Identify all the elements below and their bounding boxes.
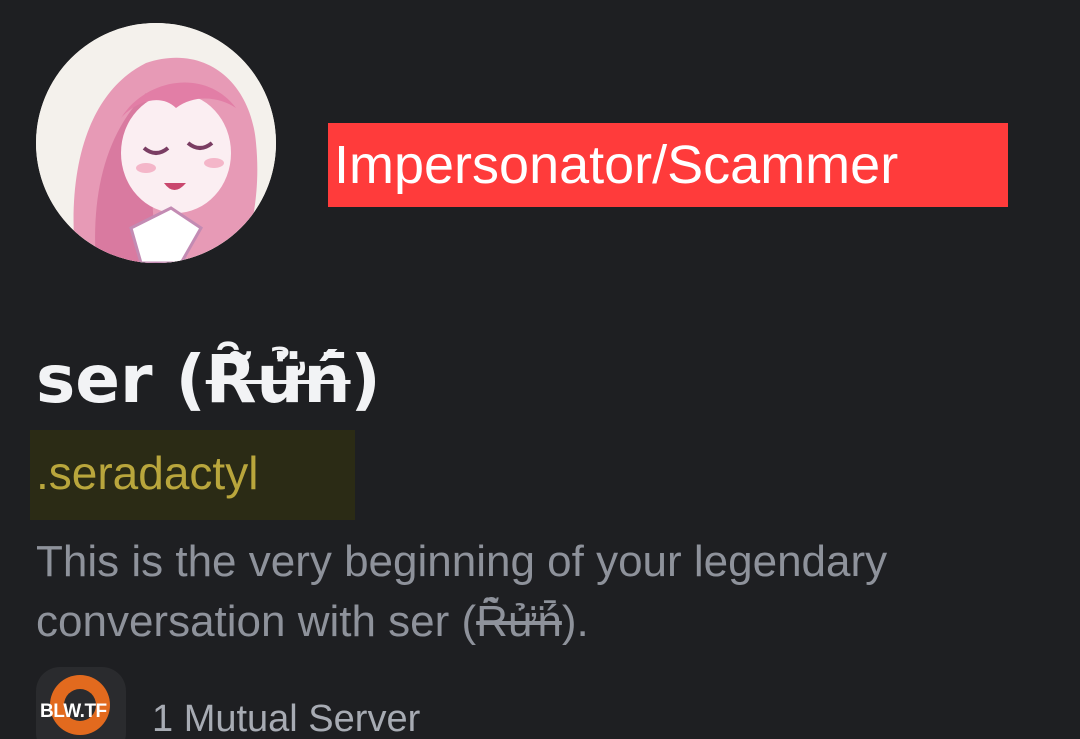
intro-styled-name: Ȓ̃ử̈ń̄ bbox=[476, 597, 562, 646]
display-name-styled: Ȓ̃ử̈ń̄ bbox=[205, 341, 351, 418]
mutual-servers-row[interactable]: BLW.TF 1 Mutual Server bbox=[36, 667, 420, 739]
display-name: ser (Ȓ̃ử̈ń̄) bbox=[36, 330, 381, 430]
server-icon-label: BLW.TF bbox=[40, 701, 107, 722]
intro-text-after: ). bbox=[561, 597, 589, 646]
intro-text-before: This is the very beginning of your legen… bbox=[36, 537, 888, 646]
conversation-intro-text: This is the very beginning of your legen… bbox=[36, 532, 1056, 652]
mutual-server-count[interactable]: 1 Mutual Server bbox=[152, 698, 420, 739]
username[interactable]: .seradactyl bbox=[36, 440, 258, 506]
server-icon[interactable]: BLW.TF bbox=[36, 667, 126, 739]
display-name-suffix: ) bbox=[350, 341, 381, 418]
anime-girl-avatar-icon bbox=[36, 23, 276, 263]
user-avatar[interactable] bbox=[36, 23, 276, 263]
display-name-prefix: ser ( bbox=[36, 341, 206, 418]
impersonator-flag-label: Impersonator/Scammer bbox=[328, 123, 1008, 207]
